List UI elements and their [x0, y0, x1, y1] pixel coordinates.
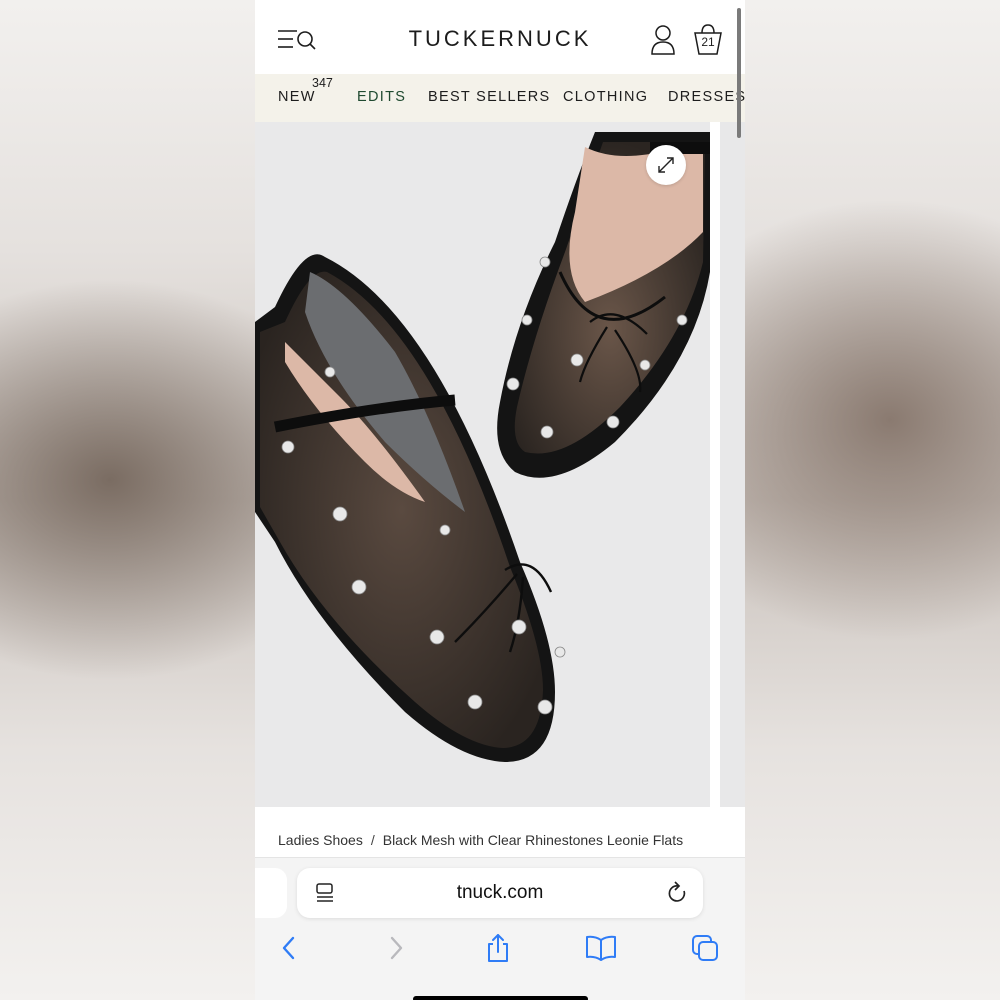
category-nav: NEW 347 EDITS BEST SELLERS CLOTHING DRES…	[255, 74, 745, 122]
breadcrumb: Ladies Shoes / Black Mesh with Clear Rhine…	[278, 832, 683, 848]
expand-icon	[658, 157, 674, 173]
forward-button[interactable]	[380, 933, 410, 963]
nav-item-edits[interactable]: EDITS	[357, 89, 406, 105]
bookmarks-button[interactable]	[585, 933, 616, 963]
phone-screen: TUCKERNUCK 21 NEW 347 EDITS BEST SELLERS…	[255, 0, 745, 1000]
breadcrumb-category-link[interactable]: Ladies Shoes	[278, 832, 363, 848]
reload-icon	[668, 881, 686, 902]
address-bar[interactable]: tnuck.com	[297, 868, 703, 918]
nav-item-clothing[interactable]: CLOTHING	[563, 89, 648, 105]
breadcrumb-product: Black Mesh with Clear Rhinestones Leonie…	[382, 832, 684, 848]
product-image[interactable]	[255, 122, 710, 807]
tabs-icon	[692, 935, 718, 961]
site-header: TUCKERNUCK 21	[255, 0, 745, 74]
book-icon	[586, 935, 616, 961]
share-button[interactable]	[483, 933, 513, 963]
new-count-badge: 347	[312, 76, 333, 90]
shopping-bag-button[interactable]: 21	[691, 24, 725, 56]
previous-tab-peek[interactable]	[255, 868, 287, 918]
bag-count-badge: 21	[701, 35, 715, 49]
share-icon	[488, 934, 508, 962]
expand-image-button[interactable]	[646, 145, 686, 185]
nav-item-best-sellers[interactable]: BEST SELLERS	[428, 89, 551, 105]
chevron-right-icon	[390, 936, 403, 960]
url-text: tnuck.com	[456, 882, 544, 903]
next-product-image[interactable]	[720, 122, 745, 807]
reload-button[interactable]	[667, 881, 689, 905]
breadcrumb-separator: /	[370, 832, 375, 848]
home-indicator	[413, 996, 588, 1000]
nav-item-dresses[interactable]: DRESSES	[668, 89, 745, 105]
user-icon	[651, 25, 675, 55]
product-gallery[interactable]	[255, 122, 745, 807]
nav-item-new[interactable]: NEW	[278, 89, 316, 105]
chevron-left-icon	[282, 936, 295, 960]
back-button[interactable]	[275, 933, 305, 963]
account-button[interactable]	[650, 24, 676, 56]
tabs-button[interactable]	[690, 933, 720, 963]
page-scrollbar[interactable]	[737, 8, 741, 138]
shoes-illustration	[255, 132, 710, 762]
browser-toolbar: tnuck.com	[255, 857, 745, 1000]
